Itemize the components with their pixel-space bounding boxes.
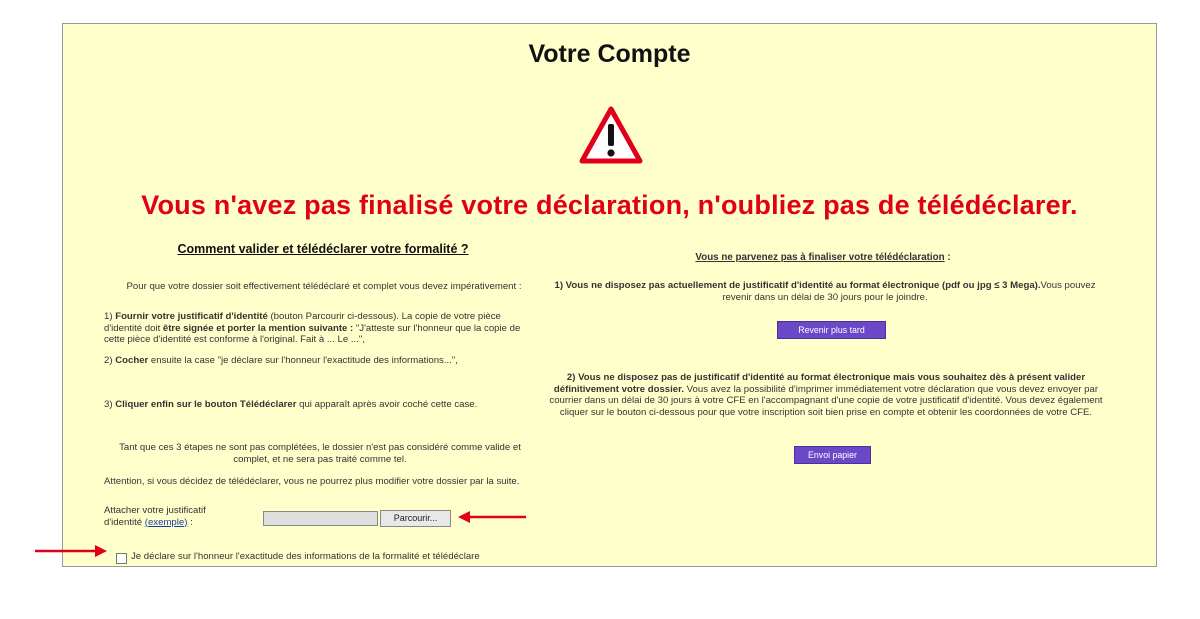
envoi-papier-button[interactable]: Envoi papier [794, 446, 871, 464]
file-path-field[interactable] [263, 511, 378, 526]
declaration-checkbox-label: Je déclare sur l'honneur l'exactitude de… [131, 551, 480, 562]
arrow-left-icon [458, 511, 526, 523]
step-1: 1) Fournir votre justificatif d'identité… [104, 311, 521, 345]
browse-button[interactable]: Parcourir... [380, 510, 451, 527]
declaration-checkbox[interactable] [116, 553, 127, 564]
example-link[interactable]: (exemple) [145, 517, 188, 528]
page-title: Votre Compte [528, 40, 691, 68]
case-1-text: 1) Vous ne disposez pas actuellement de … [554, 280, 1096, 303]
attach-label: Attacher votre justificatif d'identité (… [104, 505, 206, 528]
warning-text: Attention, si vous décidez de télédéclar… [104, 476, 520, 487]
step-2: 2) Cocher ensuite la case "je déclare su… [104, 355, 458, 366]
account-panel: Votre Compte Vous n'avez pas finalisé vo… [62, 23, 1157, 567]
step-3: 3) Cliquer enfin sur le bouton Télédécla… [104, 399, 478, 410]
left-heading: Comment valider et télédéclarer votre fo… [177, 242, 469, 256]
headline-warning: Vous n'avez pas finalisé votre déclarati… [141, 190, 1078, 220]
intro-text: Pour que votre dossier soit effectivemen… [126, 281, 522, 292]
revenir-plus-tard-button[interactable]: Revenir plus tard [777, 321, 886, 339]
right-heading: Vous ne parvenez pas à finaliser votre t… [695, 252, 951, 263]
notice-text: Tant que ces 3 étapes ne sont pas complé… [119, 442, 521, 465]
warning-triangle-icon [579, 106, 643, 164]
case-2-text: 2) Vous ne disposez pas de justificatif … [549, 372, 1103, 418]
arrow-right-icon [35, 545, 107, 557]
